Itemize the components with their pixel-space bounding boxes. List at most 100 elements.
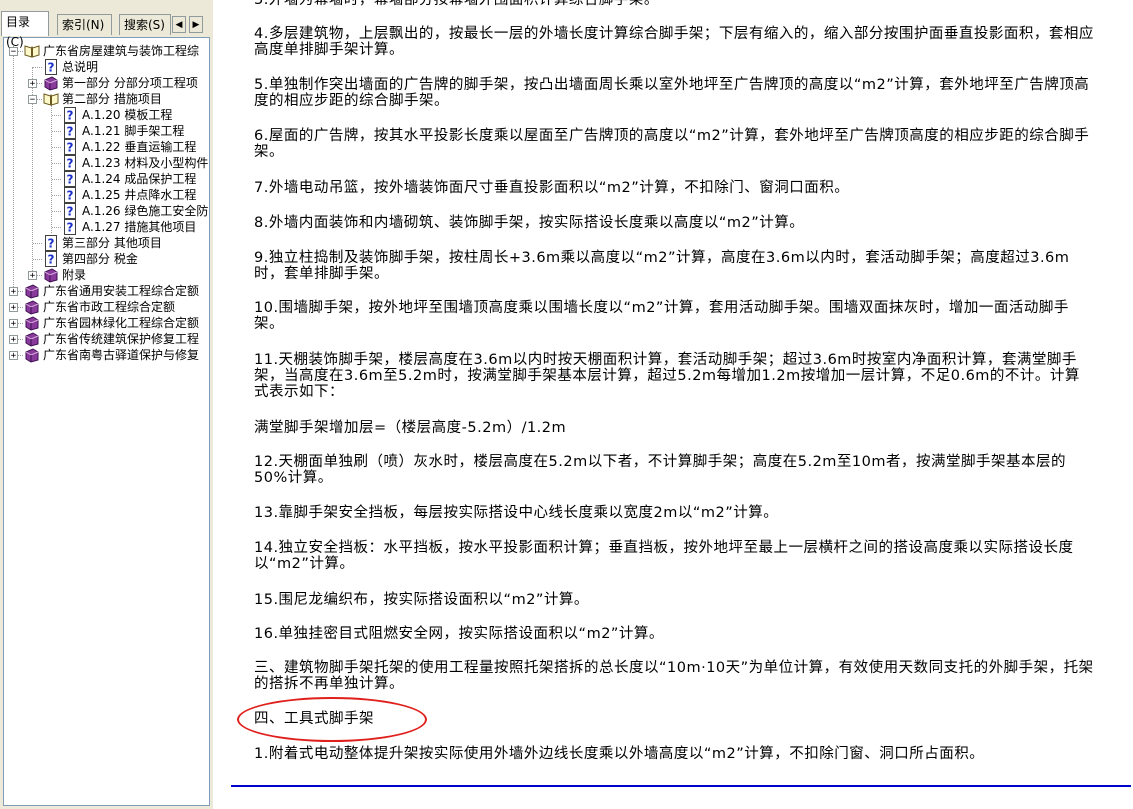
content-paragraph: 12.天棚面单独刷（喷）灰水时，楼层高度在5.2m以下者，不计算脚手架；高度在5… [254, 454, 1067, 486]
topic-content: 3.外墙为幕墙时，幕墙部分按幕墙外围面积计算综合脚手架。 4.多层建筑物，上层飘出… [213, 0, 1133, 809]
content-paragraph: 1.附着式电动整体提升架按实际使用外墙外边线长度乘以外墙高度以“m2”计算，不扣… [254, 746, 985, 762]
expand-icon[interactable]: + [9, 303, 18, 313]
contents-tree[interactable]: − 广东省房屋建筑与装饰工程综? 总说明 + 第一部分 分部分项工程项 − 第二部分 措施项… [3, 37, 210, 806]
tree-node-label: 第四部分 税金 [62, 252, 138, 266]
help-page-icon: ? [43, 235, 59, 251]
content-paragraph: 14.独立安全挡板：水平挡板，按水平投影面积计算；垂直挡板，按外地坪至最上一层横… [254, 540, 1074, 572]
content-paragraph: 9.独立柱捣制及装饰脚手架，按柱周长+3.6m乘以高度以“m2”计算，高度在3.… [254, 250, 1070, 282]
expand-icon[interactable]: + [9, 335, 18, 345]
tree-connector-line [52, 115, 61, 116]
tree-connector-line [33, 67, 42, 68]
tree-node[interactable]: + 广东省园林绿化工程综合定额 [4, 315, 209, 331]
content-paragraph: 16.单独挂密目式阻燃安全网，按实际搭设面积以“m2”计算。 [254, 626, 664, 642]
help-page-icon: ? [43, 59, 59, 75]
tree-node[interactable]: ? 第四部分 税金 [4, 251, 209, 267]
tree-connector-line [52, 195, 61, 196]
expand-icon[interactable]: + [9, 319, 18, 329]
content-paragraph: 13.靠脚手架安全挡板，每层按实际搭设中心线长度乘以宽度2m以“m2”计算。 [254, 505, 779, 521]
expand-icon[interactable]: + [28, 271, 37, 281]
collapse-icon[interactable]: − [28, 95, 37, 105]
help-page-icon: ? [62, 203, 78, 219]
tree-connector-line [52, 131, 61, 132]
tree-node-label: 广东省南粤古驿道保护与修复 [43, 348, 200, 362]
tree-node[interactable]: ? A.1.20 模板工程 [4, 107, 209, 123]
tree-node-label: A.1.22 垂直运输工程 [82, 140, 197, 154]
content-paragraph: 3.外墙为幕墙时，幕墙部分按幕墙外围面积计算综合脚手架。 [254, 0, 659, 8]
svg-text:?: ? [67, 109, 74, 123]
help-page-icon: ? [62, 155, 78, 171]
svg-text:?: ? [67, 189, 74, 203]
tree-connector-line [52, 227, 61, 228]
tree-node[interactable]: ? A.1.25 井点降水工程 [4, 187, 209, 203]
tree-node[interactable]: + 附录 [4, 267, 209, 283]
closed-book-icon [24, 347, 40, 363]
content-paragraph: 8.外墙内面装饰和内墙砌筑、装饰脚手架，按实际搭设长度乘以高度以“m2”计算。 [254, 215, 805, 231]
content-paragraph: 三、建筑物脚手架托架的使用工程量按照托架搭拆的总长度以“10m·10天”为单位计… [254, 660, 1094, 692]
tree-node[interactable]: ? A.1.22 垂直运输工程 [4, 139, 209, 155]
content-paragraph: 11.天棚装饰脚手架，楼层高度在3.6m以内时按天棚面积计算，套活动脚手架；超过… [254, 352, 1080, 400]
tree-node-label: 总说明 [62, 60, 99, 74]
tree-connector-line [33, 243, 42, 244]
svg-text:?: ? [67, 141, 74, 155]
content-paragraph: 10.围墙脚手架，按外地坪至围墙顶高度乘以围墙长度以“m2”计算，套用活动脚手架… [254, 300, 1069, 332]
expand-icon[interactable]: + [9, 287, 18, 297]
tree-node[interactable]: ? A.1.23 材料及小型构件 [4, 155, 209, 171]
svg-text:?: ? [48, 61, 55, 75]
tree-connector-line [52, 211, 61, 212]
tree-node-label: 第一部分 分部分项工程项 [62, 76, 198, 90]
content-paragraph: 4.多层建筑物，上层飘出的，按最长一层的外墙长度计算综合脚手架；下层有缩入的，缩… [254, 26, 1094, 58]
help-page-icon: ? [62, 219, 78, 235]
content-paragraph: 7.外墙电动吊篮，按外墙装饰面尺寸垂直投影面积以“m2”计算，不扣除门、窗洞口面… [254, 180, 850, 196]
svg-text:?: ? [48, 237, 55, 251]
open-book-icon [24, 43, 40, 59]
tree-connector-line [33, 259, 42, 260]
content-paragraph: 15.围尼龙编织布，按实际搭设面积以“m2”计算。 [254, 592, 589, 608]
tree-node[interactable]: ? 第三部分 其他项目 [4, 235, 209, 251]
tree-node[interactable]: + 第一部分 分部分项工程项 [4, 75, 209, 91]
tree-node[interactable]: − 第二部分 措施项目 [4, 91, 209, 107]
tree-node[interactable]: + 广东省通用安装工程综合定额 [4, 283, 209, 299]
svg-text:?: ? [67, 125, 74, 139]
tree-node[interactable]: ? A.1.26 绿色施工安全防 [4, 203, 209, 219]
red-highlight-oval [237, 697, 427, 742]
tab-index[interactable]: 索引(N) [57, 14, 112, 35]
help-page-icon: ? [62, 123, 78, 139]
tree-node[interactable]: ? A.1.27 措施其他项目 [4, 219, 209, 235]
tree-node-label: 附录 [62, 268, 87, 282]
tree-node-label: A.1.20 模板工程 [82, 108, 173, 122]
closed-book-icon [24, 315, 40, 331]
tree-connector-line [52, 147, 61, 148]
help-page-icon: ? [43, 251, 59, 267]
help-page-icon: ? [62, 187, 78, 203]
closed-book-icon [24, 283, 40, 299]
content-paragraph: 6.屋面的广告牌，按其水平投影长度乘以屋面至广告牌顶的高度以“m2”计算，套外地… [254, 128, 1090, 160]
tree-node-label: A.1.23 材料及小型构件 [82, 156, 209, 170]
tree-node[interactable]: ? 总说明 [4, 59, 209, 75]
tree-node[interactable]: + 广东省市政工程综合定额 [4, 299, 209, 315]
tab-contents[interactable]: 目录(C) [1, 11, 49, 49]
content-paragraph: 满堂脚手架增加层=（楼层高度-5.2m）/1.2m [254, 420, 567, 436]
tree-node[interactable]: ? A.1.21 脚手架工程 [4, 123, 209, 139]
tree-node-label: A.1.21 脚手架工程 [82, 123, 185, 139]
help-page-icon: ? [62, 107, 78, 123]
open-book-icon [43, 91, 59, 107]
tab-scroll-left-button[interactable]: ◀ [172, 16, 186, 33]
tree-node[interactable]: + 广东省南粤古驿道保护与修复 [4, 347, 209, 363]
svg-text:?: ? [67, 173, 74, 187]
closed-book-icon [24, 331, 40, 347]
tree-node[interactable]: − 广东省房屋建筑与装饰工程综 [4, 43, 209, 59]
tree-node-label: 第三部分 其他项目 [62, 236, 162, 250]
svg-text:?: ? [48, 253, 55, 267]
tree-node-label: A.1.27 措施其他项目 [82, 220, 197, 234]
tree-connector-line [52, 179, 61, 180]
tree-node-label: 第二部分 措施项目 [62, 92, 162, 106]
tree-node[interactable]: ? A.1.24 成品保护工程 [4, 171, 209, 187]
expand-icon[interactable]: + [28, 79, 37, 89]
expand-icon[interactable]: + [9, 351, 18, 361]
tree-node[interactable]: + 广东省传统建筑保护修复工程 [4, 331, 209, 347]
tab-scroll-right-button[interactable]: ▶ [189, 16, 203, 33]
tree-node-label: 广东省园林绿化工程综合定额 [43, 316, 200, 330]
svg-text:?: ? [67, 157, 74, 171]
navigation-pane: 目录(C) 索引(N) 搜索(S) ◀ ▶ − 广东省房屋建筑与装饰工程综? 总说明… [0, 0, 213, 809]
tab-search[interactable]: 搜索(S) [119, 14, 171, 35]
